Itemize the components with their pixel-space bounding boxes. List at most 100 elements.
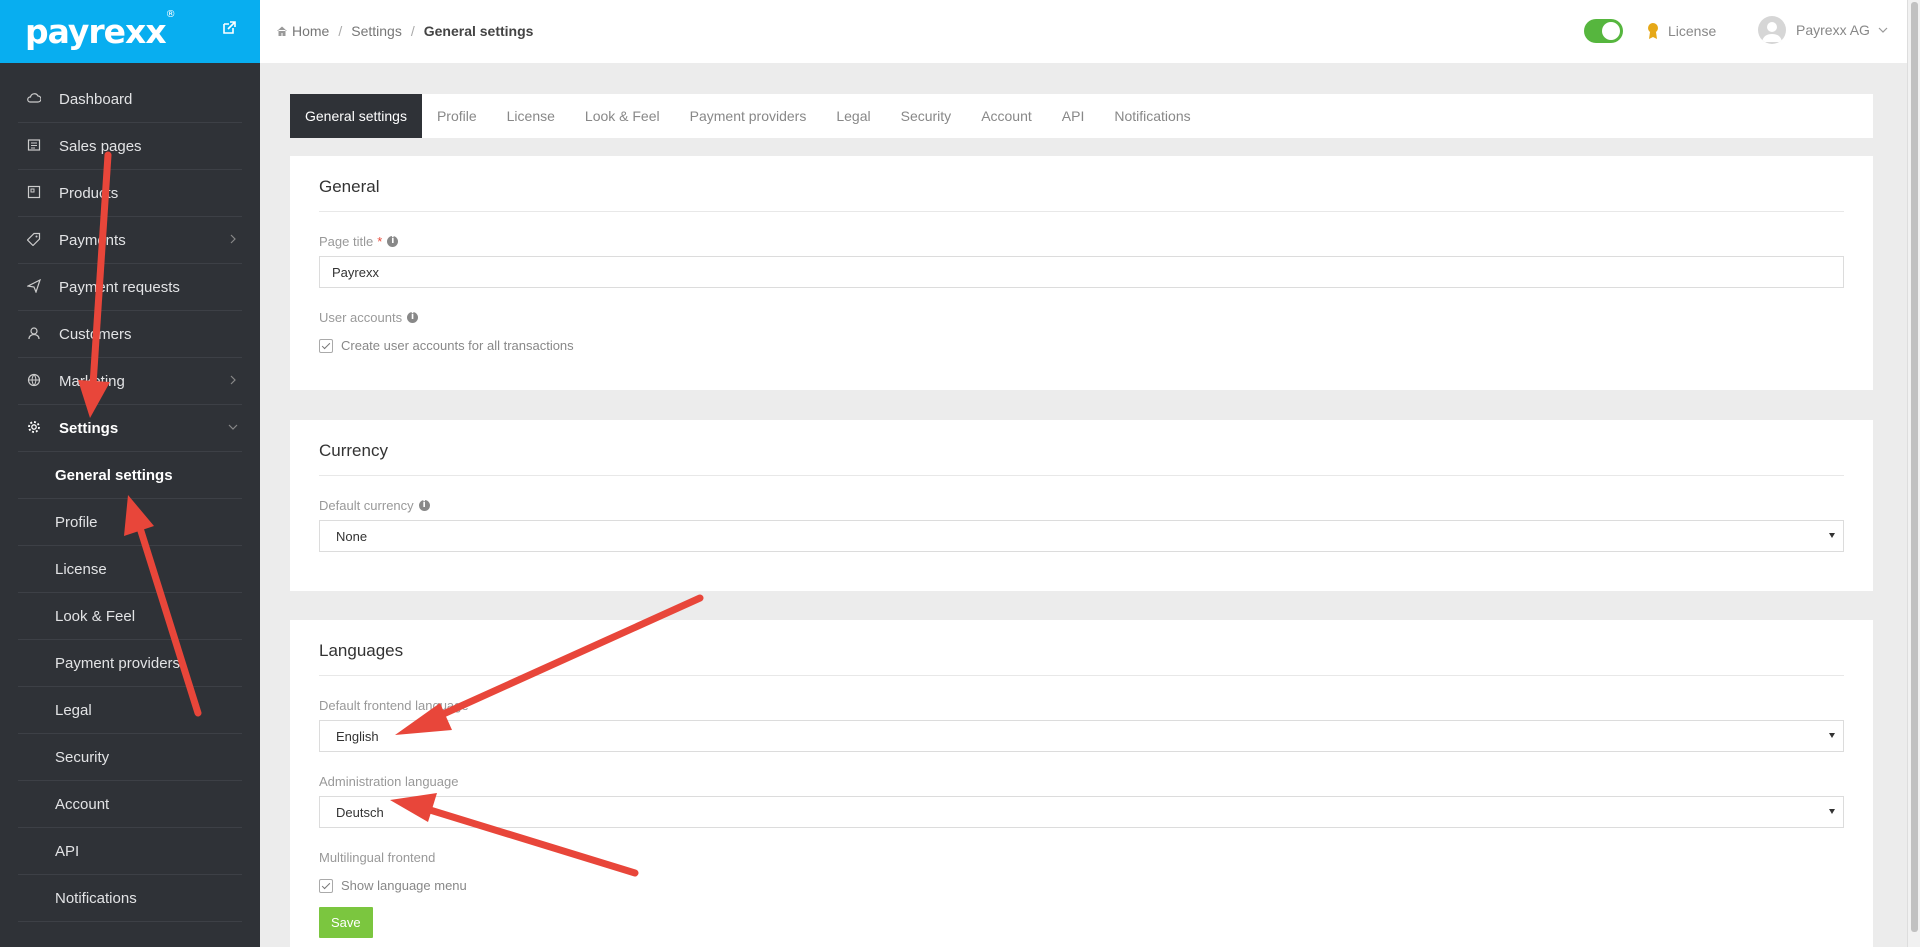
mode-toggle[interactable]	[1584, 19, 1623, 43]
sidebar-item-label: Marketing	[59, 372, 125, 390]
tab-security[interactable]: Security	[886, 94, 967, 138]
sidebar-subitem-payment-providers[interactable]: Payment providers	[18, 640, 242, 687]
sidebar-item-label: Payments	[59, 231, 126, 249]
sidebar-item-label: Products	[59, 184, 119, 202]
languages-panel: Languages Default frontend language Engl…	[290, 620, 1873, 947]
user-menu[interactable]: Payrexx AG	[1758, 16, 1888, 44]
default-currency-label: Default currency i	[319, 498, 1844, 513]
sidebar-subitem-notifications[interactable]: Notifications	[18, 875, 242, 922]
sidebar-item-payment-requests[interactable]: Payment requests	[18, 264, 242, 311]
multilingual-label: Multilingual frontend	[319, 850, 436, 865]
sidebar-subitem-label: Account	[55, 795, 110, 813]
breadcrumb-home[interactable]: Home	[292, 23, 329, 39]
tab-account[interactable]: Account	[966, 94, 1047, 138]
globe-icon	[27, 373, 43, 389]
checkbox-label: Create user accounts for all transaction…	[341, 338, 574, 353]
tab-api[interactable]: API	[1047, 94, 1100, 138]
brand-header: payrexx®	[0, 0, 260, 63]
language-menu-checkbox[interactable]: Show language menu	[319, 878, 1844, 893]
info-icon[interactable]: i	[407, 312, 419, 323]
sidebar-subitem-label: Payment providers	[55, 654, 181, 672]
default-currency-select[interactable]: None	[319, 520, 1844, 552]
award-icon	[1648, 23, 1658, 39]
info-icon[interactable]: i	[387, 236, 399, 247]
sidebar-item-dashboard[interactable]: Dashboard	[18, 76, 242, 123]
toggle-knob	[1602, 22, 1620, 40]
chevron-right-icon	[230, 375, 236, 385]
sidebar-subitem-label: Security	[55, 748, 110, 766]
admin-language-label: Administration language	[319, 774, 459, 789]
section-title: Languages	[319, 620, 1844, 676]
breadcrumb: Home / Settings / General settings	[276, 23, 533, 39]
label-text: User accounts	[319, 310, 403, 325]
sidebar-subitem-api[interactable]: API	[18, 828, 242, 875]
user-icon	[27, 326, 43, 342]
external-link-icon[interactable]	[222, 21, 236, 35]
select-value: Deutsch	[336, 804, 384, 820]
checkbox-label: Show language menu	[341, 878, 467, 893]
sidebar-subitem-look-feel[interactable]: Look & Feel	[18, 593, 242, 640]
tab-legal[interactable]: Legal	[821, 94, 885, 138]
checkbox-checked[interactable]	[319, 338, 333, 353]
sidebar-item-customers[interactable]: Customers	[18, 311, 242, 358]
paper-plane-icon	[27, 279, 43, 295]
label-text: Default currency	[319, 498, 414, 513]
required-mark: *	[377, 234, 383, 249]
chevron-right-icon	[230, 234, 236, 244]
sidebar-subitem-label: Notifications	[55, 889, 137, 907]
sidebar-item-marketing[interactable]: Marketing	[18, 358, 242, 405]
user-accounts-label: User accounts i	[319, 310, 1844, 325]
caret-down-icon	[1829, 533, 1835, 538]
sidebar-subitem-license[interactable]: License	[18, 546, 242, 593]
scrollbar[interactable]	[1907, 0, 1920, 947]
sidebar-subitem-security[interactable]: Security	[18, 734, 242, 781]
sidebar-subitem-general-settings[interactable]: General settings	[18, 452, 242, 499]
tab-license[interactable]: License	[492, 94, 570, 138]
sidebar-subitem-label: Legal	[55, 701, 92, 719]
label-text: Page title	[319, 234, 374, 249]
section-title: General	[319, 156, 1844, 212]
breadcrumb-settings[interactable]: Settings	[351, 23, 402, 39]
sidebar-item-label: Customers	[59, 325, 132, 343]
sidebar-subitem-label: API	[55, 842, 80, 860]
tab-payment-providers[interactable]: Payment providers	[675, 94, 822, 138]
page-title-input[interactable]: Payrexx	[319, 256, 1844, 288]
sidebar-item-products[interactable]: Products	[18, 170, 242, 217]
tab-look-feel[interactable]: Look & Feel	[570, 94, 675, 138]
tab-general-settings[interactable]: General settings	[290, 94, 422, 138]
admin-language-select[interactable]: Deutsch	[319, 796, 1844, 828]
sidebar-item-sales-pages[interactable]: Sales pages	[18, 123, 242, 170]
sidebar-item-settings[interactable]: Settings	[18, 405, 242, 452]
gear-icon	[27, 420, 43, 436]
sidebar-subitem-account[interactable]: Account	[18, 781, 242, 828]
user-accounts-checkbox[interactable]: Create user accounts for all transaction…	[319, 338, 1844, 353]
sidebar-item-label: Dashboard	[59, 90, 133, 108]
frontend-language-label: Default frontend language	[319, 698, 469, 713]
payrexx-logo[interactable]: payrexx®	[25, 9, 176, 51]
sidebar-nav: Dashboard Sales pages Products Payments …	[0, 76, 260, 922]
sidebar-subitem-label: Profile	[55, 513, 98, 531]
sidebar-item-label: Payment requests	[59, 278, 180, 296]
sidebar-subitem-legal[interactable]: Legal	[18, 687, 242, 734]
caret-down-icon	[1829, 809, 1835, 814]
sidebar-item-label: Sales pages	[59, 137, 142, 155]
tab-profile[interactable]: Profile	[422, 94, 492, 138]
info-icon[interactable]: i	[418, 500, 430, 511]
tab-notifications[interactable]: Notifications	[1099, 94, 1205, 138]
sidebar-subitem-profile[interactable]: Profile	[18, 499, 242, 546]
currency-panel: Currency Default currency i None	[290, 420, 1873, 591]
save-button[interactable]: Save	[319, 907, 373, 938]
checkbox-checked[interactable]	[319, 878, 333, 893]
breadcrumb-current: General settings	[423, 23, 534, 39]
sidebar-item-payments[interactable]: Payments	[18, 217, 242, 264]
frontend-language-select[interactable]: English	[319, 720, 1844, 752]
select-value: English	[336, 728, 379, 744]
general-panel: General Page title * i Payrexx User acco…	[290, 156, 1873, 390]
breadcrumb-separator: /	[410, 23, 415, 39]
cloud-icon	[27, 91, 43, 107]
page-icon	[27, 138, 43, 154]
license-link[interactable]: License	[1646, 22, 1716, 40]
scrollbar-thumb[interactable]	[1911, 2, 1918, 932]
page-title-label: Page title * i	[319, 234, 1844, 249]
tag-icon	[27, 232, 43, 248]
